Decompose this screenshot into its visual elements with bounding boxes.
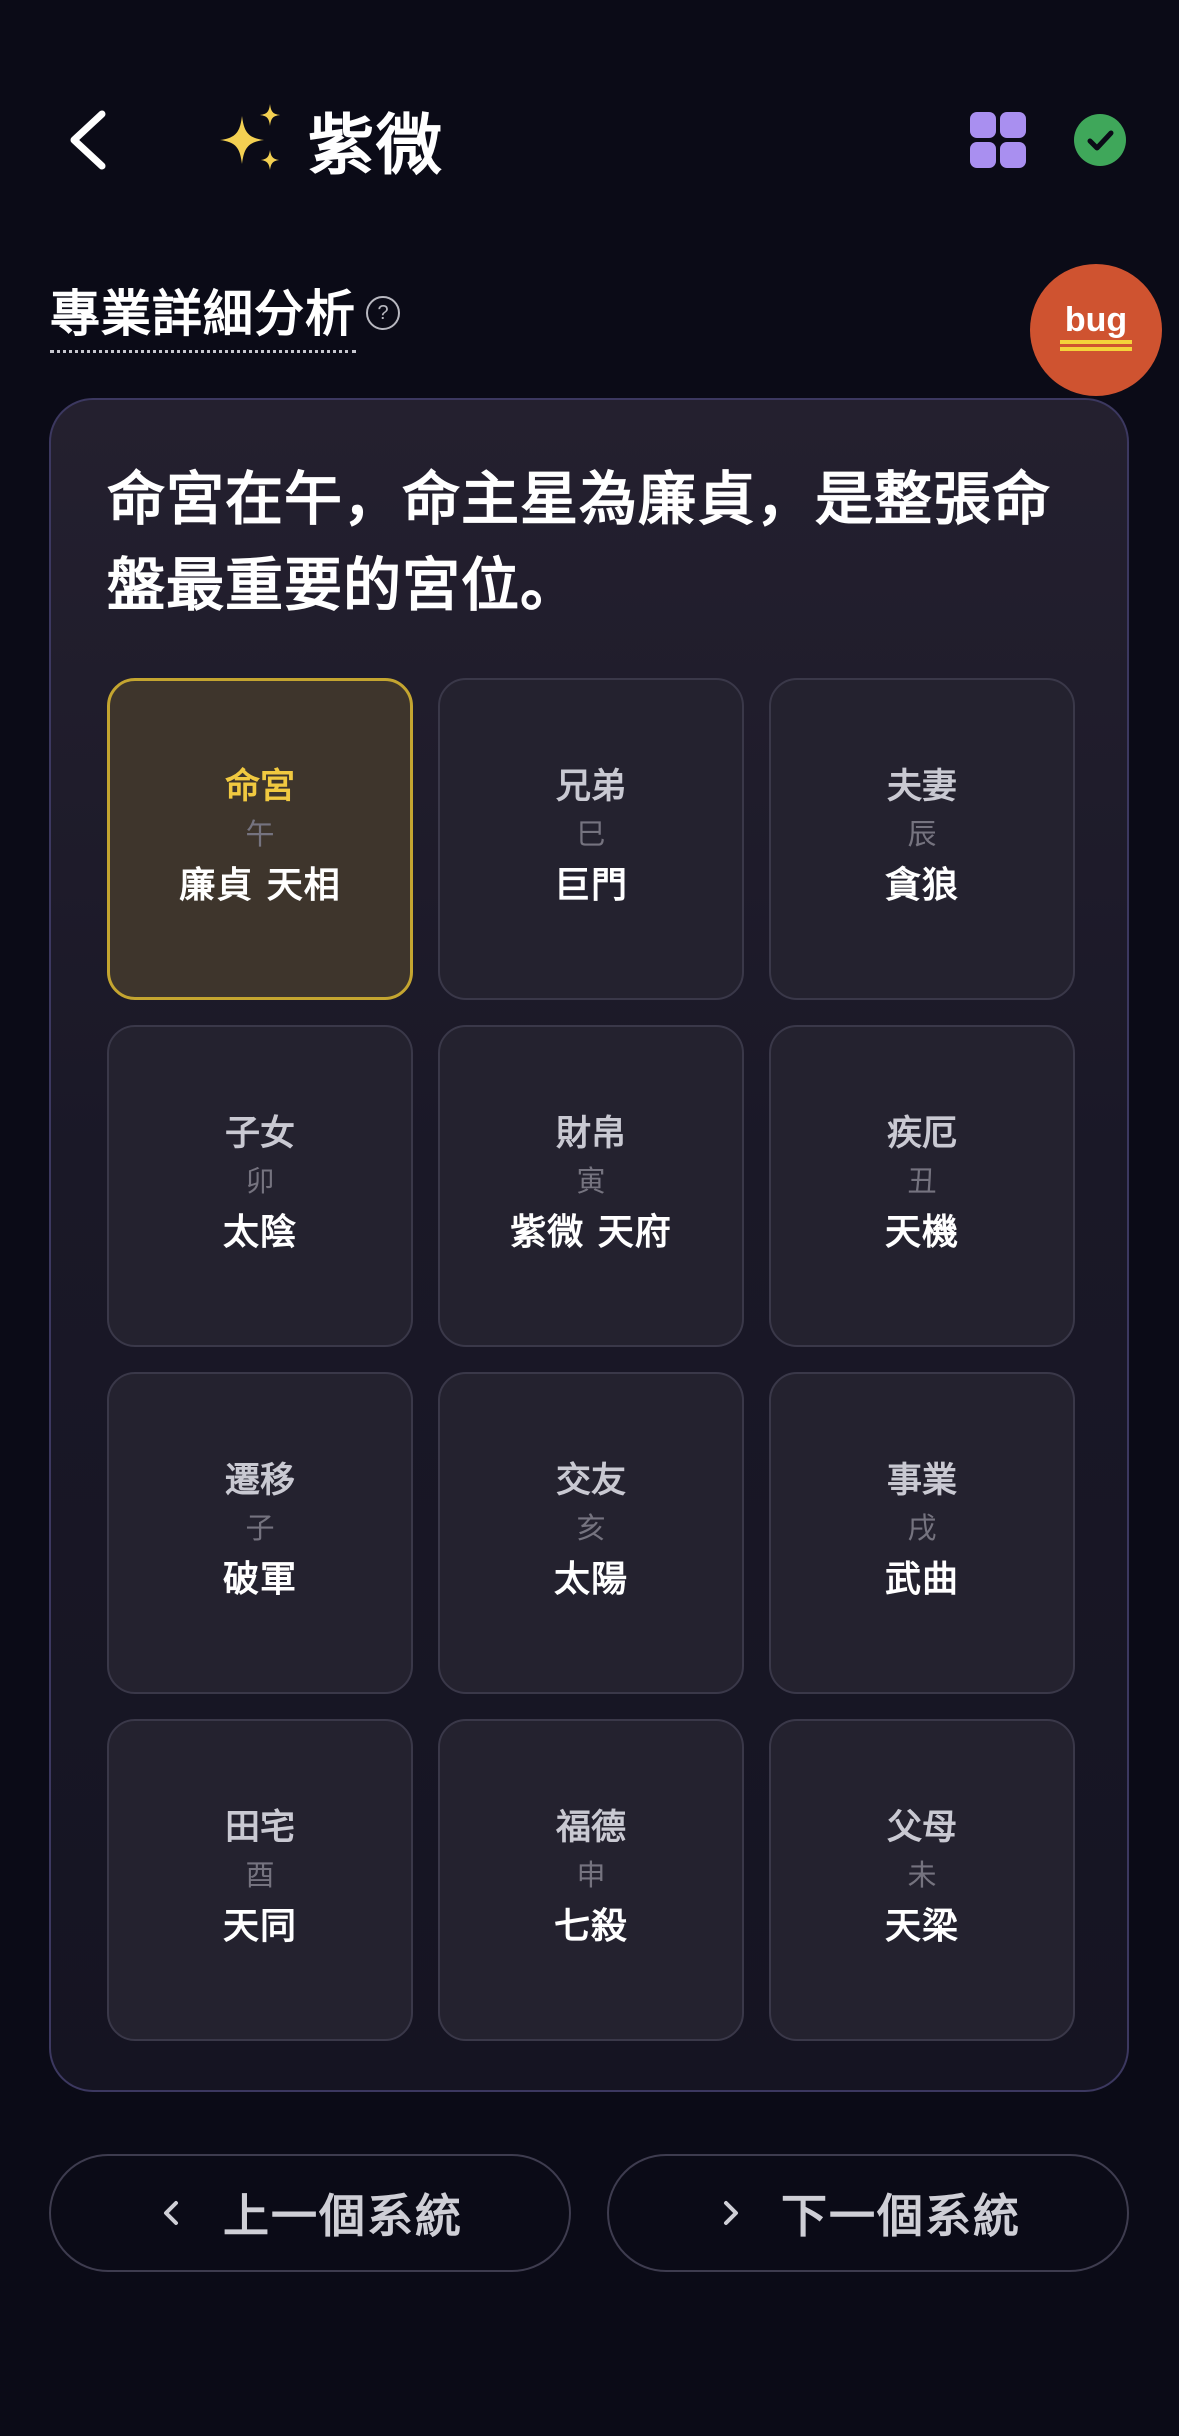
section-heading: 專業詳細分析 ? xyxy=(50,278,400,353)
palace-name: 事業 xyxy=(886,1461,957,1501)
bug-label: bug xyxy=(1064,301,1128,339)
palace-branch: 戌 xyxy=(907,1511,937,1545)
palace-name: 兄弟 xyxy=(555,767,626,807)
palace-name: 夫妻 xyxy=(886,767,957,807)
palace-stars: 紫微 天府 xyxy=(510,1212,672,1253)
palace-stars: 廉貞 天相 xyxy=(179,865,341,906)
palace-branch: 申 xyxy=(576,1858,606,1892)
bug-underline xyxy=(1060,340,1132,344)
palace-stars: 貪狼 xyxy=(884,865,959,906)
palace-name: 田宅 xyxy=(224,1808,295,1848)
palace-cell[interactable]: 父母 未 天梁 xyxy=(769,1719,1075,2041)
section-title[interactable]: 專業詳細分析 xyxy=(50,274,356,353)
palace-stars: 巨門 xyxy=(553,865,628,906)
palace-cell[interactable]: 疾厄 丑 天機 xyxy=(769,1025,1075,1347)
prev-system-button[interactable]: 上一個系統 xyxy=(49,2154,571,2272)
palace-cell[interactable]: 田宅 酉 天同 xyxy=(107,1719,413,2041)
palace-stars: 破軍 xyxy=(222,1559,297,1600)
palace-branch: 未 xyxy=(907,1858,937,1892)
app-title: 紫微 xyxy=(308,107,444,184)
title-group: 紫微 xyxy=(214,90,444,190)
palace-branch: 子 xyxy=(245,1511,275,1545)
palace-stars: 太陽 xyxy=(553,1559,628,1600)
palace-stars: 天機 xyxy=(884,1212,959,1253)
bug-underline xyxy=(1060,347,1132,351)
palace-cell[interactable]: 財帛 寅 紫微 天府 xyxy=(438,1025,744,1347)
analysis-card: 命宮在午，命主星為廉貞，是整張命盤最重要的宮位。 命宮 午 廉貞 天相 兄弟 巳… xyxy=(49,398,1129,2092)
back-button[interactable] xyxy=(48,100,128,180)
palace-cell[interactable]: 子女 卯 太陰 xyxy=(107,1025,413,1347)
status-check-button[interactable] xyxy=(1074,114,1126,166)
palace-branch: 午 xyxy=(245,817,275,851)
palace-name: 遷移 xyxy=(224,1461,295,1501)
chevron-right-icon xyxy=(724,2201,738,2225)
palace-cell[interactable]: 事業 戌 武曲 xyxy=(769,1372,1075,1694)
palace-name: 福德 xyxy=(555,1808,626,1848)
palace-cell[interactable]: 交友 亥 太陽 xyxy=(438,1372,744,1694)
question-circle-icon[interactable]: ? xyxy=(366,296,400,330)
palace-name: 疾厄 xyxy=(886,1114,957,1154)
grid-menu-button[interactable] xyxy=(968,110,1028,170)
palace-branch: 亥 xyxy=(576,1511,606,1545)
palace-branch: 丑 xyxy=(907,1164,937,1198)
palace-branch: 寅 xyxy=(576,1164,606,1198)
header: 紫微 xyxy=(0,90,1179,190)
palace-stars: 天梁 xyxy=(884,1906,959,1947)
palace-branch: 辰 xyxy=(907,817,937,851)
palace-name: 命宮 xyxy=(224,767,295,807)
palace-branch: 酉 xyxy=(245,1858,275,1892)
next-system-button[interactable]: 下一個系統 xyxy=(607,2154,1129,2272)
palace-name: 交友 xyxy=(555,1461,626,1501)
sparkles-icon xyxy=(220,104,280,170)
chevron-left-icon xyxy=(164,2201,178,2225)
bug-report-button[interactable]: bug xyxy=(1030,264,1162,396)
palace-cell[interactable]: 遷移 子 破軍 xyxy=(107,1372,413,1694)
chevron-left-icon xyxy=(70,110,106,170)
page: 紫微 專業詳細分析 ? bug 命宮在午，命主星為廉貞，是整張命盤最重要的宮位。 xyxy=(0,0,1179,2436)
palace-cell[interactable]: 命宮 午 廉貞 天相 xyxy=(107,678,413,1000)
summary-text: 命宮在午，命主星為廉貞，是整張命盤最重要的宮位。 xyxy=(107,465,1052,619)
palace-name: 父母 xyxy=(886,1808,957,1848)
palace-stars: 七殺 xyxy=(553,1906,628,1947)
palace-grid: 命宮 午 廉貞 天相 兄弟 巳 巨門 夫妻 辰 貪狼 子女 卯 太陰 財帛 寅 xyxy=(107,678,1075,2041)
next-system-label: 下一個系統 xyxy=(781,2189,1021,2243)
palace-cell[interactable]: 兄弟 巳 巨門 xyxy=(438,678,744,1000)
palace-stars: 太陰 xyxy=(222,1212,297,1253)
palace-cell[interactable]: 福德 申 七殺 xyxy=(438,1719,744,2041)
palace-branch: 卯 xyxy=(245,1164,275,1198)
palace-name: 子女 xyxy=(224,1114,295,1154)
prev-system-label: 上一個系統 xyxy=(223,2189,463,2243)
palace-stars: 武曲 xyxy=(884,1559,959,1600)
palace-name: 財帛 xyxy=(555,1114,626,1154)
check-circle-icon xyxy=(1087,130,1114,151)
palace-branch: 巳 xyxy=(576,817,606,851)
palace-cell[interactable]: 夫妻 辰 貪狼 xyxy=(769,678,1075,1000)
palace-stars: 天同 xyxy=(222,1906,297,1947)
